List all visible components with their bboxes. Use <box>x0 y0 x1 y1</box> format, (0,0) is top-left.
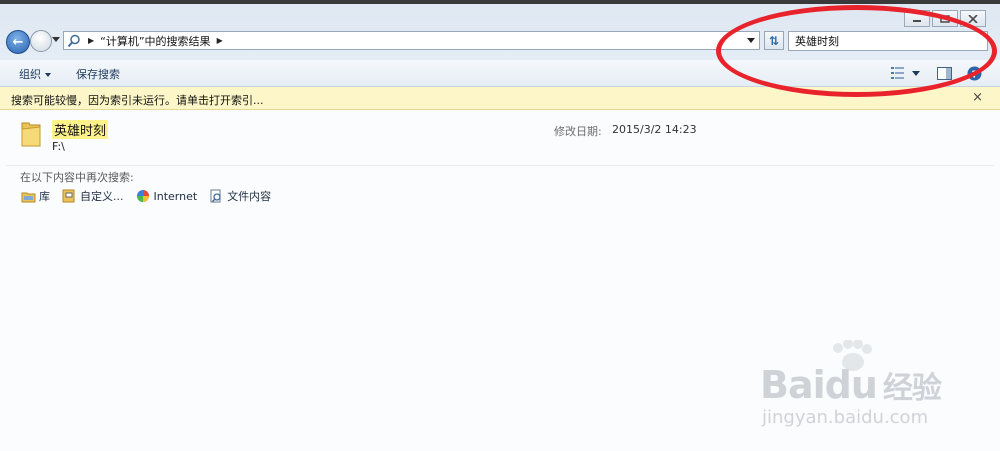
modified-date-value: 2015/3/2 14:23 <box>612 123 697 136</box>
search-again-libraries[interactable]: 库 <box>20 188 50 204</box>
search-again-options: 库 自定义... Internet 文件内容 <box>20 188 282 204</box>
info-bar-message[interactable]: 搜索可能较慢，因为索引未运行。请单击打开索引... <box>11 92 264 108</box>
custom-folder-icon <box>61 188 77 204</box>
folder-icon <box>21 122 41 147</box>
recent-pages-dropdown[interactable] <box>52 37 60 42</box>
search-again-custom-label: 自定义... <box>80 190 124 203</box>
address-bar[interactable]: ▶ “计算机”中的搜索结果 ▶ <box>63 31 760 50</box>
internet-icon <box>135 188 151 204</box>
close-icon[interactable]: × <box>972 90 983 105</box>
breadcrumb-arrow-icon[interactable]: ▶ <box>88 36 94 45</box>
chevron-down-icon <box>45 73 51 77</box>
organize-label: 组织 <box>19 68 41 81</box>
breadcrumb-search-results[interactable]: “计算机”中的搜索结果 <box>100 33 210 49</box>
search-again-file-contents[interactable]: 文件内容 <box>208 188 271 204</box>
result-name[interactable]: 英雄时刻 <box>52 120 109 139</box>
arrow-left-icon: ← <box>12 34 24 50</box>
breadcrumb-arrow-icon[interactable]: ▶ <box>217 36 223 45</box>
search-folder-icon <box>66 33 82 49</box>
search-again-libraries-label: 库 <box>39 190 50 203</box>
watermark-url: jingyan.baidu.com <box>762 407 929 428</box>
result-path: F:\ <box>52 140 65 153</box>
forward-button[interactable] <box>30 30 52 52</box>
organize-button[interactable]: 组织 <box>19 66 51 82</box>
save-search-button[interactable]: 保存搜索 <box>76 66 120 82</box>
library-icon <box>20 188 36 204</box>
search-again-internet[interactable]: Internet <box>135 188 198 204</box>
search-again-file-contents-label: 文件内容 <box>227 190 272 203</box>
back-button[interactable]: ← <box>6 30 30 54</box>
search-again-label: 在以下内容中再次搜索: <box>20 171 134 184</box>
close-window-icon <box>968 14 978 23</box>
search-again-internet-label: Internet <box>153 189 198 203</box>
baidu-watermark: Baidu 经验 jingyan.baidu.com <box>760 340 1000 435</box>
search-again-custom[interactable]: 自定义... <box>61 188 124 204</box>
watermark-brand: Baidu 经验 <box>760 363 942 407</box>
divider <box>6 165 994 166</box>
list-item[interactable]: 英雄时刻 F:\ 修改日期: 2015/3/2 14:23 <box>0 112 1000 162</box>
modified-date-label: 修改日期: <box>554 125 602 138</box>
file-contents-icon <box>208 188 224 204</box>
red-highlight-circle <box>716 5 997 97</box>
